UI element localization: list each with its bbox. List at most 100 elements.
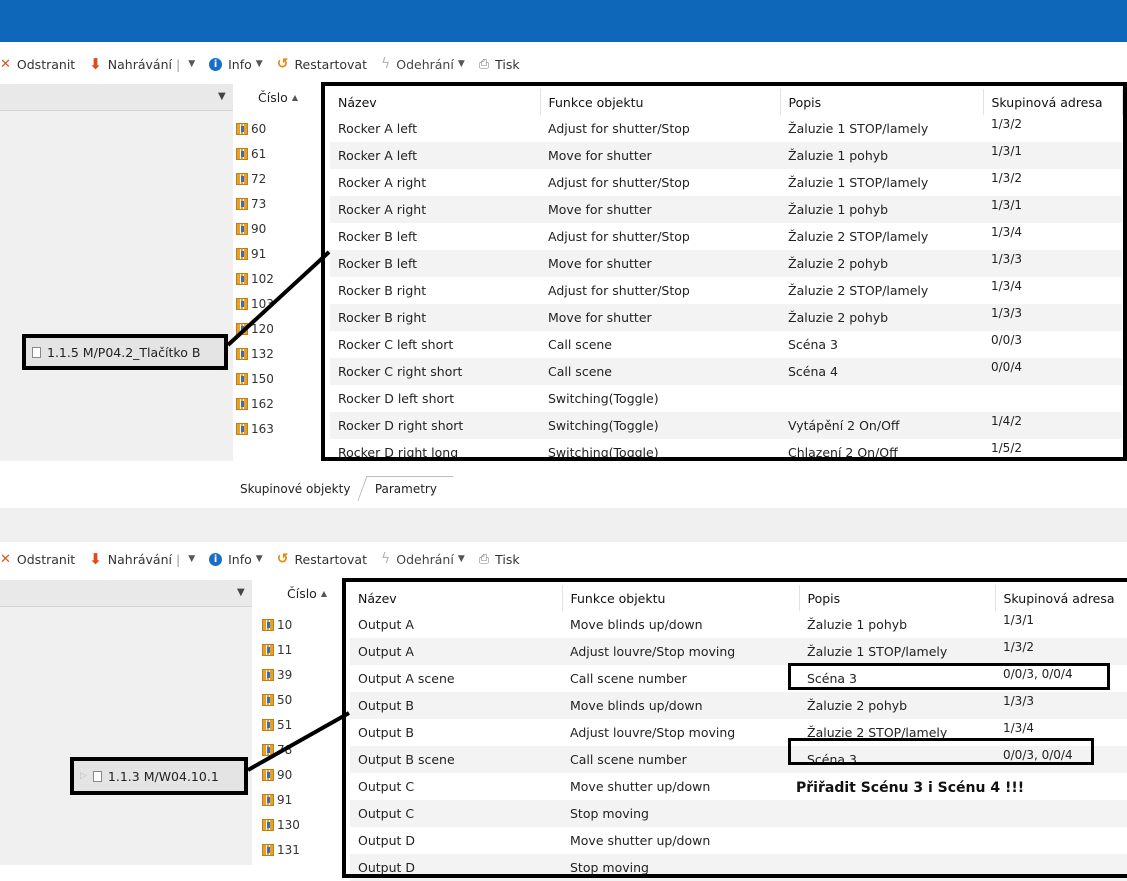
chevron-down-icon[interactable]: ▼ bbox=[218, 91, 226, 102]
tab-group-objects[interactable]: Skupinové objekty bbox=[228, 477, 362, 501]
remove-button[interactable]: ✕ Odstranit bbox=[0, 57, 75, 72]
device-tree-header-bottom: ▼ bbox=[0, 580, 252, 607]
object-number-cell[interactable]: 103 bbox=[236, 291, 326, 316]
table-row[interactable]: Output D Move shutter up/down bbox=[350, 827, 1127, 854]
column-header-name[interactable]: Název bbox=[330, 89, 541, 115]
table-row[interactable]: Rocker B right Adjust for shutter/Stop Žal… bbox=[330, 277, 1122, 304]
cell-function: Stop moving bbox=[562, 854, 799, 881]
object-number-cell[interactable]: 91 bbox=[262, 787, 346, 812]
upload-button[interactable]: ⬇ Nahrávání | ▼ bbox=[89, 549, 195, 568]
chevron-down-icon[interactable]: ▼ bbox=[237, 587, 245, 598]
object-number: 72 bbox=[251, 171, 267, 186]
column-header-description[interactable]: Popis bbox=[799, 585, 996, 611]
number-column-header-top[interactable]: Číslo ▲ bbox=[236, 84, 326, 110]
device-icon bbox=[92, 770, 102, 782]
object-number-cell[interactable]: 10 bbox=[262, 612, 346, 637]
cell-name: Output A bbox=[358, 617, 414, 632]
object-number-cell[interactable]: 163 bbox=[236, 416, 326, 441]
chevron-down-icon[interactable]: ▼ bbox=[188, 59, 195, 69]
device-tree-item-top[interactable]: 1.1.5 M/P04.2_Tlačítko B bbox=[22, 334, 228, 370]
table-row[interactable]: Rocker B right Move for shutter Žaluzie 2 … bbox=[330, 304, 1122, 331]
download-arrow-icon: ⬇ bbox=[89, 549, 102, 568]
remove-button[interactable]: ✕ Odstranit bbox=[0, 552, 75, 567]
table-row[interactable]: Rocker A right Move for shutter Žaluzie 1 … bbox=[330, 196, 1122, 223]
upload-button[interactable]: ⬇ Nahrávání | ▼ bbox=[89, 56, 195, 72]
unload-button[interactable]: ϟ Odehrání ▼ bbox=[381, 551, 465, 567]
object-number-cell[interactable]: 72 bbox=[236, 166, 326, 191]
info-button[interactable]: i Info ▼ bbox=[209, 57, 263, 72]
table-row[interactable]: Rocker D left short Switching(Toggle) bbox=[330, 385, 1122, 412]
cell-function: Switching(Toggle) bbox=[540, 412, 780, 439]
column-header-function[interactable]: Funkce objektu bbox=[562, 585, 800, 611]
cell-function: Stop moving bbox=[562, 800, 799, 827]
cell-group-address bbox=[995, 827, 1127, 854]
table-row[interactable]: Rocker A right Adjust for shutter/Stop Žal… bbox=[330, 169, 1122, 196]
object-number-cell[interactable]: 73 bbox=[236, 191, 326, 216]
table-row[interactable]: Output D Stop moving bbox=[350, 854, 1127, 881]
object-number-cell[interactable]: 91 bbox=[236, 241, 326, 266]
number-column-top: 60 61 72 73 90 91 102 103 120 132 150 162 163 bbox=[236, 116, 326, 441]
table-row[interactable]: Rocker A left Adjust for shutter/Stop Žalu… bbox=[330, 115, 1122, 142]
object-number-cell[interactable]: 61 bbox=[236, 141, 326, 166]
info-button[interactable]: i Info ▼ bbox=[209, 552, 263, 567]
group-object-icon bbox=[236, 222, 248, 235]
tab-parameters[interactable]: Parametry bbox=[357, 476, 455, 501]
cell-group-address: 1/3/3 bbox=[983, 304, 1122, 331]
column-header-description[interactable]: Popis bbox=[780, 89, 984, 115]
number-column-bottom: 10 11 39 50 51 78 90 91 130 131 bbox=[262, 612, 346, 862]
group-object-icon bbox=[236, 147, 248, 160]
table-row[interactable]: Rocker A left Move for shutter Žaluzie 1 p… bbox=[330, 142, 1122, 169]
restart-button[interactable]: ↺ Restartovat bbox=[277, 56, 367, 72]
column-header-group-address[interactable]: Skupinová adresa bbox=[995, 585, 1127, 611]
object-number-cell[interactable]: 132 bbox=[236, 341, 326, 366]
object-number-cell[interactable]: 39 bbox=[262, 662, 346, 687]
table-row[interactable]: Rocker C right short Call scene Scéna 4 0/0… bbox=[330, 358, 1122, 385]
column-header-function[interactable]: Funkce objektu bbox=[540, 89, 781, 115]
object-number-cell[interactable]: 11 bbox=[262, 637, 346, 662]
number-column-header-bottom[interactable]: Číslo ▲ bbox=[255, 580, 345, 606]
object-number-cell[interactable]: 120 bbox=[236, 316, 326, 341]
cell-function: Adjust for shutter/Stop bbox=[548, 283, 690, 298]
restart-button[interactable]: ↺ Restartovat bbox=[277, 551, 367, 567]
unload-button[interactable]: ϟ Odehrání ▼ bbox=[381, 56, 465, 72]
object-number-cell[interactable]: 90 bbox=[236, 216, 326, 241]
annotation-highlight-scene-row-a bbox=[788, 663, 1110, 690]
printer-icon: ⎙ bbox=[478, 551, 490, 567]
object-number-cell[interactable]: 78 bbox=[262, 737, 346, 762]
cell-description: Žaluzie 1 STOP/lamely bbox=[799, 638, 995, 665]
group-object-icon bbox=[262, 793, 274, 806]
object-number-cell[interactable]: 51 bbox=[262, 712, 346, 737]
object-number-cell[interactable]: 50 bbox=[262, 687, 346, 712]
cell-description: Žaluzie 2 STOP/lamely bbox=[788, 229, 929, 244]
table-row[interactable]: Output A Move blinds up/down Žaluzie 1 poh… bbox=[350, 611, 1127, 638]
expand-triangle-icon[interactable]: ▷ bbox=[80, 771, 87, 781]
column-header-name[interactable]: Název bbox=[350, 585, 563, 611]
table-row[interactable]: Output B Move blinds up/down Žaluzie 2 poh… bbox=[350, 692, 1127, 719]
group-object-icon bbox=[236, 372, 248, 385]
group-object-icon bbox=[236, 272, 248, 285]
cell-description: Žaluzie 2 pohyb bbox=[799, 692, 995, 719]
table-row[interactable]: Output A Adjust louvre/Stop moving Žaluzie… bbox=[350, 638, 1127, 665]
table-row[interactable]: Rocker B left Adjust for shutter/Stop Žalu… bbox=[330, 223, 1122, 250]
column-header-group-address[interactable]: Skupinová adresa bbox=[983, 89, 1123, 115]
print-button[interactable]: ⎙ Tisk bbox=[479, 552, 520, 567]
cell-description: Žaluzie 1 STOP/lamely bbox=[788, 175, 929, 190]
chevron-down-icon[interactable]: ▼ bbox=[188, 554, 195, 564]
object-number-cell[interactable]: 102 bbox=[236, 266, 326, 291]
object-number-cell[interactable]: 150 bbox=[236, 366, 326, 391]
object-number-cell[interactable]: 60 bbox=[236, 116, 326, 141]
device-tree-item-bottom[interactable]: ▷ 1.1.3 M/W04.10.1 bbox=[70, 757, 248, 795]
object-number-cell[interactable]: 162 bbox=[236, 391, 326, 416]
object-number-cell[interactable]: 90 bbox=[262, 762, 346, 787]
table-row[interactable]: Rocker B left Move for shutter Žaluzie 2 p… bbox=[330, 250, 1122, 277]
table-row[interactable]: Rocker D right long Switching(Toggle) Chla… bbox=[330, 439, 1122, 466]
cell-description: Žaluzie 2 pohyb bbox=[780, 304, 983, 331]
table-row[interactable]: Rocker C left short Call scene Scéna 3 0/0/… bbox=[330, 331, 1122, 358]
group-object-icon bbox=[262, 768, 274, 781]
table-row[interactable]: Rocker D right short Switching(Toggle) Vyt… bbox=[330, 412, 1122, 439]
print-button[interactable]: ⎙ Tisk bbox=[479, 57, 520, 72]
table-row[interactable]: Output C Stop moving bbox=[350, 800, 1127, 827]
object-number-cell[interactable]: 131 bbox=[262, 837, 346, 862]
object-number-cell[interactable]: 130 bbox=[262, 812, 346, 837]
cell-group-address: 1/3/2 bbox=[991, 171, 1022, 185]
